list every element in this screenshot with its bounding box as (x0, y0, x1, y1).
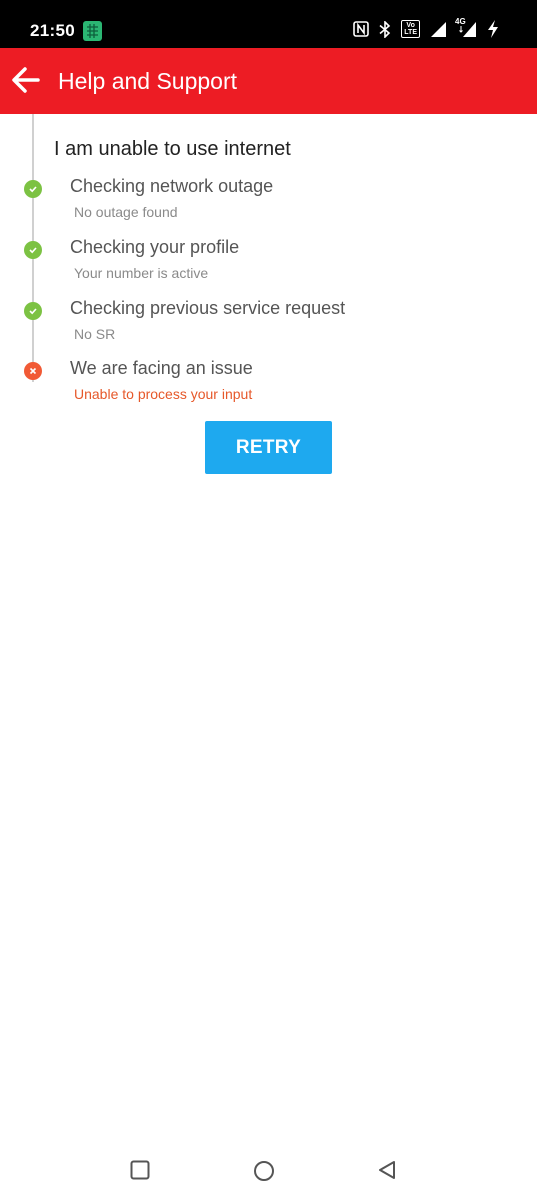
retry-button[interactable]: RETRY (205, 421, 332, 474)
step-error-description: Unable to process your input (74, 386, 253, 402)
app-grid-icon (83, 21, 102, 46)
check-icon (24, 180, 42, 198)
issue-heading: I am unable to use internet (54, 138, 291, 160)
app-bar: Help and Support (0, 48, 537, 114)
check-icon (24, 302, 42, 320)
network-type-label: 4G (455, 16, 466, 26)
step-title: Checking your profile (70, 237, 240, 257)
arrow-left-icon[interactable] (10, 64, 42, 96)
signal-icon (430, 21, 447, 38)
error-x-icon (24, 362, 42, 380)
step-description: Your number is active (74, 265, 209, 281)
step-title: Checking network outage (70, 176, 274, 196)
home-circle-icon[interactable] (253, 1160, 275, 1187)
page-title: Help and Support (58, 68, 238, 94)
recents-square-icon[interactable] (130, 1160, 150, 1185)
step-title: Checking previous service request (70, 298, 346, 318)
check-icon (24, 241, 42, 259)
status-time: 21:50 (30, 21, 75, 40)
volte-icon: Vo LTE (401, 20, 420, 38)
step-title: We are facing an issue (70, 358, 253, 378)
nfc-icon (353, 21, 370, 37)
status-bar: 21:50 Vo LTE 4G (0, 0, 537, 48)
step-description: No SR (74, 326, 116, 342)
back-triangle-icon[interactable] (377, 1160, 397, 1185)
signal-4g-icon: 4G (455, 17, 477, 38)
nav-bar (0, 1140, 537, 1200)
battery-charging-icon (487, 20, 499, 38)
step-description: No outage found (74, 204, 178, 220)
bluetooth-icon (379, 20, 391, 38)
